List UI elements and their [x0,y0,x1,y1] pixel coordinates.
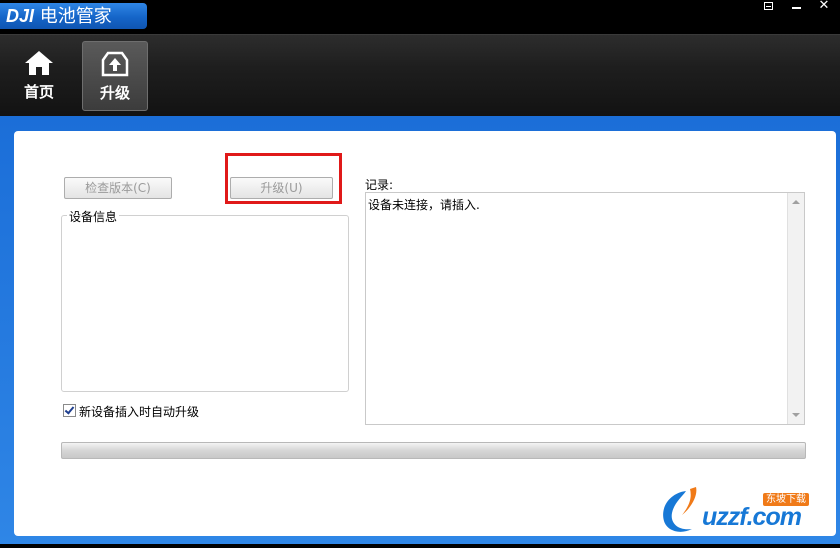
app-name: 电池管家 [39,6,112,27]
log-textbox[interactable]: 设备未连接，请插入. [365,192,805,425]
upgrade-panel: 检查版本(C) 升级(U) 设备信息 新设备插入时自动升级 记录: 设备未连接，… [14,131,836,536]
auto-upgrade-label: 新设备插入时自动升级 [79,405,200,419]
toolbar-item-label: 首页 [23,83,54,101]
toolbar-item-home[interactable]: 首页 [6,41,72,111]
main-toolbar: 首页 升级 [0,34,840,117]
dropdown-icon [763,2,773,10]
close-icon: ✕ [818,0,830,13]
log-label: 记录: [365,178,394,192]
watermark-text: uzzf.com [702,503,802,531]
upgrade-progress-bar [61,442,806,459]
title-bar: DJI 电池管家 ✕ [0,0,840,34]
watermark-swirl-icon [663,487,697,532]
upload-icon [101,51,129,77]
device-info-group: 设备信息 [61,208,349,392]
toolbar-item-upgrade[interactable]: 升级 [82,41,148,111]
home-icon [25,51,53,75]
highlight-box [225,153,342,204]
auto-upgrade-checkbox[interactable] [63,404,76,417]
bottom-border [0,544,840,548]
log-text: 设备未连接，请插入. [368,198,480,212]
toolbar-item-label: 升级 [99,84,130,102]
minimize-button[interactable] [784,0,808,14]
check-version-button[interactable]: 检查版本(C) [64,177,172,199]
scroll-down-icon[interactable] [792,413,800,417]
app-title: DJI 电池管家 [0,3,147,29]
auto-upgrade-option[interactable]: 新设备插入时自动升级 [63,404,199,420]
minimize-icon [791,7,801,9]
device-info-label: 设备信息 [67,208,120,225]
window-menu-button[interactable] [756,0,780,14]
watermark-logo: 东坡下载 uzzf.com [656,485,836,537]
close-button[interactable]: ✕ [812,0,836,14]
scroll-up-icon[interactable] [792,200,800,204]
app-brand: DJI [6,6,35,26]
log-scrollbar[interactable] [787,193,804,424]
